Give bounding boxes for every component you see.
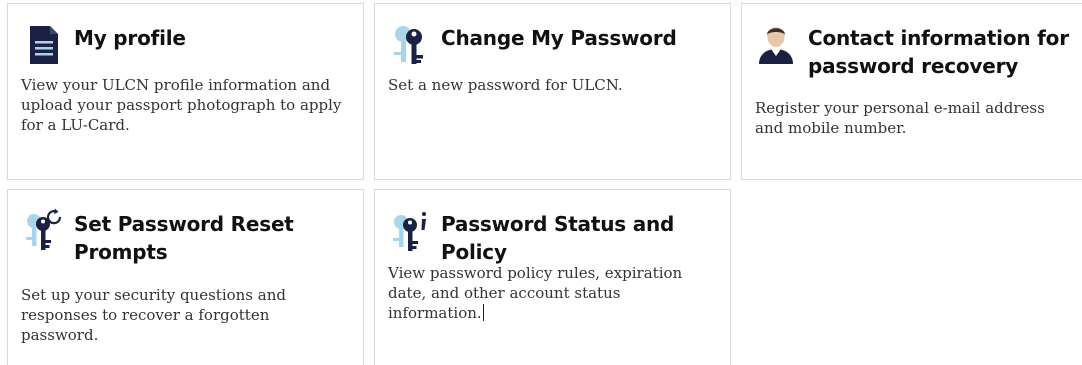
text-cursor xyxy=(482,304,484,321)
keys-info-icon xyxy=(389,208,431,252)
card-description-wrapper: View password policy rules, expiration d… xyxy=(388,263,718,323)
document-icon xyxy=(22,22,64,66)
card-password-status-policy[interactable]: Password Status and Policy View password… xyxy=(374,189,731,365)
card-title: My profile xyxy=(74,26,186,50)
card-contact-information[interactable]: Contact information for password recover… xyxy=(741,3,1082,180)
card-description: Set up your security questions and respo… xyxy=(21,286,286,344)
card-title: Change My Password xyxy=(441,26,677,50)
card-my-profile[interactable]: My profile View your ULCN profile inform… xyxy=(7,3,364,180)
keys-icon xyxy=(389,22,431,66)
card-title: Contact information for password recover… xyxy=(808,26,1069,78)
keys-reset-icon xyxy=(22,208,64,252)
card-description: Register your personal e-mail address an… xyxy=(755,99,1045,137)
card-change-password[interactable]: Change My Password Set a new password fo… xyxy=(374,3,731,180)
person-icon xyxy=(756,22,798,66)
card-description: View your ULCN profile information and u… xyxy=(21,76,342,134)
card-title: Password Status and Policy xyxy=(441,212,675,264)
card-description: View password policy rules, expiration d… xyxy=(388,264,683,322)
card-password-reset-prompts[interactable]: Set Password Reset Prompts Set up your s… xyxy=(7,189,364,365)
card-description: Set a new password for ULCN. xyxy=(388,76,623,94)
dashboard-grid: My profile View your ULCN profile inform… xyxy=(0,0,1082,365)
card-title: Set Password Reset Prompts xyxy=(74,212,294,264)
